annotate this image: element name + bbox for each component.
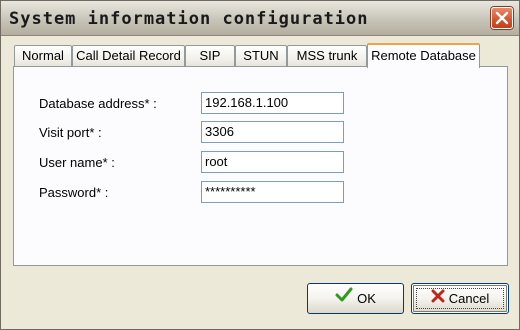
visit-port-label: Visit port* : — [39, 125, 102, 140]
window-title: System information configuration — [9, 9, 369, 29]
checkmark-icon — [335, 284, 353, 313]
close-button[interactable] — [491, 7, 513, 29]
visit-port-input[interactable]: 3306 — [201, 121, 344, 143]
database-address-input[interactable]: 192.168.1.100 — [201, 92, 344, 114]
user-name-input[interactable]: root — [201, 151, 344, 173]
focus-rectangle — [416, 288, 504, 309]
remote-database-panel: Database address* : 192.168.1.100 Visit … — [13, 66, 508, 266]
tab-stun[interactable]: STUN — [235, 45, 287, 66]
tab-remote-database[interactable]: Remote Database — [367, 43, 480, 68]
dialog-window: System information configuration Normal … — [0, 0, 520, 330]
tab-normal[interactable]: Normal — [14, 45, 72, 66]
cancel-button[interactable]: Cancel — [411, 283, 509, 314]
tab-call-detail-record[interactable]: Call Detail Record — [72, 45, 185, 66]
x-icon — [431, 284, 445, 313]
form-row-password: Password* : ********** — [14, 181, 507, 205]
close-icon — [495, 11, 509, 25]
database-address-label: Database address* : — [39, 96, 157, 111]
user-name-label: User name* : — [39, 155, 115, 170]
form-row-visit-port: Visit port* : 3306 — [14, 121, 507, 145]
title-bar[interactable]: System information configuration — [1, 1, 519, 36]
password-input[interactable]: ********** — [201, 181, 344, 203]
tab-sip[interactable]: SIP — [185, 45, 235, 66]
ok-button-label: OK — [357, 291, 376, 306]
password-label: Password* : — [39, 185, 109, 200]
tab-mss-trunk[interactable]: MSS trunk — [287, 45, 367, 66]
form-row-user-name: User name* : root — [14, 151, 507, 175]
form-row-database-address: Database address* : 192.168.1.100 — [14, 92, 507, 116]
ok-button[interactable]: OK — [307, 283, 404, 314]
